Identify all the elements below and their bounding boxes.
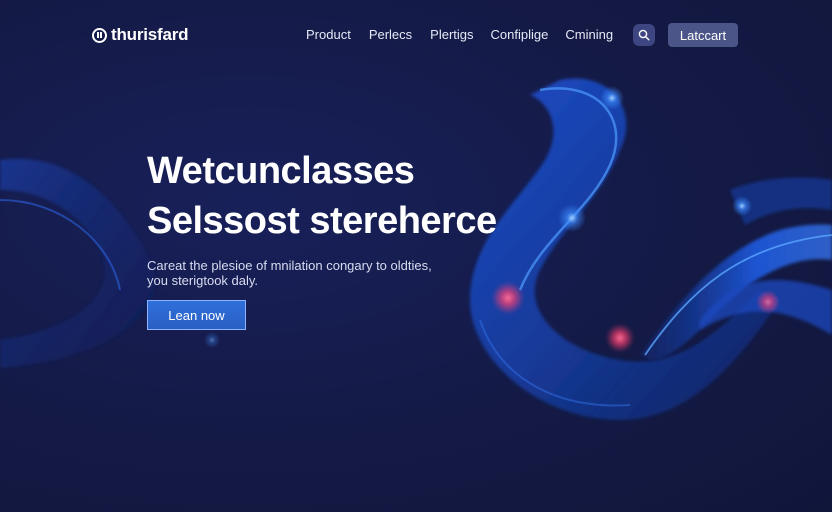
header-cta-button[interactable]: Latccart: [668, 23, 738, 47]
hero-subtitle-line-2: you sterigtook daly.: [147, 273, 259, 288]
nav-item-plertigs[interactable]: Plertigs: [430, 27, 473, 42]
nav-item-product[interactable]: Product: [306, 27, 351, 42]
landing-page: thurisfard Product Perlecs Plertigs Conf…: [0, 0, 832, 512]
logo-icon: [92, 27, 107, 43]
hero-subtitle: Careat the plesioe of mnilation congary …: [147, 258, 447, 288]
hero-title-line-2: Selssost stereherce: [147, 200, 497, 242]
brand-logo[interactable]: thurisfard: [92, 24, 189, 46]
logo-text: thurisfard: [111, 25, 189, 44]
hero-subtitle-line-1: Careat the plesioe of mnilation congary …: [147, 258, 432, 273]
top-navigation-bar: thurisfard Product Perlecs Plertigs Conf…: [0, 0, 832, 70]
search-icon: [638, 29, 650, 41]
search-button[interactable]: [633, 24, 655, 46]
hero-title-line-1: Wetcunclasses: [147, 150, 415, 192]
main-nav: Product Perlecs Plertigs Confiplige Cmin…: [306, 27, 613, 42]
nav-item-cmining[interactable]: Cmining: [565, 27, 613, 42]
hero-title: Wetcunclasses Selssost stereherce: [147, 146, 497, 246]
learn-now-button[interactable]: Lean now: [147, 300, 246, 330]
abstract-wave-art: [0, 78, 832, 420]
nav-item-perlecs[interactable]: Perlecs: [369, 27, 412, 42]
nav-item-confiplige[interactable]: Confiplige: [491, 27, 549, 42]
